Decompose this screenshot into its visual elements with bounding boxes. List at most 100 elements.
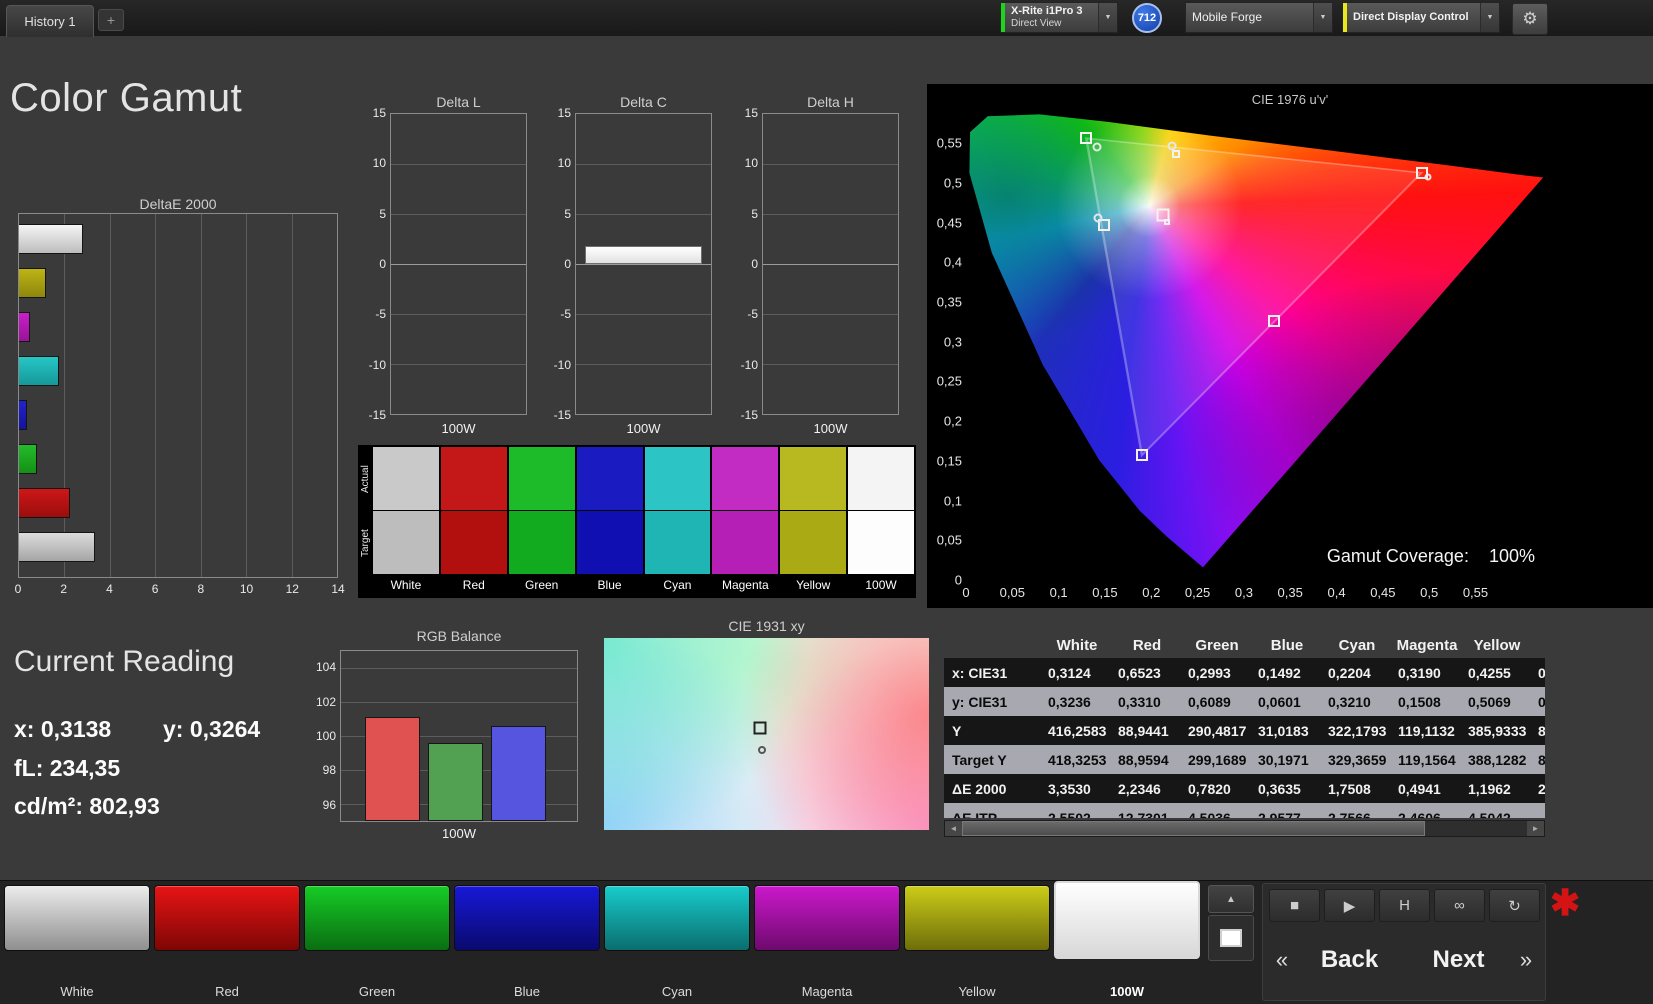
gridline [763, 314, 898, 315]
patch-button-red[interactable]: Red [154, 881, 300, 1004]
back-button[interactable]: Back [1295, 946, 1404, 974]
axis-tick-label: 8 [198, 582, 205, 596]
table-scrollbar[interactable]: ◄ ► [944, 820, 1545, 837]
swatch-target [577, 511, 643, 574]
axis-tick-label: 0,55 [929, 136, 962, 151]
patch-button-blue[interactable]: Blue [454, 881, 600, 1004]
deltae-bar-cyan [19, 356, 59, 386]
rgb-bar-green [428, 743, 483, 821]
table-cell: 0,4255 [1462, 658, 1532, 687]
nav-row: « Back Next » [1269, 926, 1539, 994]
gridline [763, 264, 898, 265]
axis-tick-label: -15 [364, 408, 386, 422]
gamut-coverage: Gamut Coverage: 100% [1327, 546, 1535, 567]
stop-button[interactable]: ■ [1269, 889, 1320, 922]
axis-tick-label: 0,5 [1420, 585, 1438, 600]
loop-button[interactable]: ∞ [1434, 889, 1485, 922]
axis-tick-label: 0,05 [1000, 585, 1025, 600]
axis-tick-label: -10 [549, 358, 571, 372]
gridline [201, 214, 202, 577]
patch-button-green[interactable]: Green [304, 881, 450, 1004]
axis-tick-label: 4 [106, 582, 113, 596]
refresh-button[interactable]: ↻ [1489, 889, 1540, 922]
delta-l-title: Delta L [390, 94, 527, 110]
refresh-icon: ↻ [1508, 897, 1521, 915]
stop-icon: ■ [1290, 897, 1299, 914]
gridline [576, 264, 711, 265]
pattern-window-button[interactable] [1208, 915, 1254, 961]
delta-h-xlabel: 100W [762, 421, 899, 436]
pattern-up-button[interactable]: ▲ [1208, 885, 1254, 913]
delta_l-chart: Delta L 151050-5-10-15 100W [364, 94, 529, 442]
scroll-right-button[interactable]: ► [1527, 821, 1544, 836]
patch-label: Yellow [904, 984, 1050, 999]
axis-tick-label: 0,3 [929, 334, 962, 349]
gridline [763, 214, 898, 215]
axis-tick-label: 0 [929, 573, 962, 588]
table-cell: 0,2204 [1322, 658, 1392, 687]
swatch-strip: Actual Target WhiteRedGreenBlueCyanMagen… [358, 445, 916, 598]
axis-tick-label: 0,25 [1185, 585, 1210, 600]
table-cell: 0 [1532, 687, 1545, 716]
meter-dropdown[interactable]: X-Rite i1Pro 3 Direct View ▼ [1000, 2, 1118, 33]
table-cell: 0,0601 [1252, 687, 1322, 716]
pattern-icon: H [1399, 897, 1410, 914]
axis-tick-label: -5 [364, 307, 386, 321]
gridline [341, 668, 577, 669]
swatch-actual [848, 447, 914, 510]
next-chevron-button[interactable]: » [1513, 947, 1539, 973]
top-bar: History 1 + X-Rite i1Pro 3 Direct View ▼… [0, 0, 1653, 36]
axis-tick-label: 0,05 [929, 533, 962, 548]
scroll-thumb[interactable] [962, 821, 1425, 836]
gridline [155, 214, 156, 577]
axis-tick-label: 0,45 [929, 215, 962, 230]
axis-tick-label: 0 [736, 257, 758, 271]
chevron-down-icon: ▼ [1480, 3, 1499, 32]
axis-tick-label: 14 [331, 582, 344, 596]
axis-tick-label: 10 [736, 156, 758, 170]
table-cell: 0,3310 [1112, 687, 1182, 716]
chevron-down-icon: ▼ [1313, 3, 1332, 32]
deltae-bar-magenta [19, 312, 30, 342]
marker-white-target [754, 722, 767, 735]
swatch-column-cyan: Cyan [645, 447, 711, 598]
display-control-dropdown[interactable]: Direct Display Control ▼ [1342, 2, 1500, 33]
pattern-button[interactable]: H [1379, 889, 1430, 922]
axis-tick-label: 10 [549, 156, 571, 170]
next-button[interactable]: Next [1404, 946, 1513, 974]
scroll-track[interactable] [962, 821, 1527, 836]
patch-button-white[interactable]: White [4, 881, 150, 1004]
axis-tick-label: -15 [736, 408, 758, 422]
loop-icon: ∞ [1454, 897, 1465, 914]
axis-tick-label: 0,3 [1235, 585, 1253, 600]
app-window: History 1 + X-Rite i1Pro 3 Direct View ▼… [0, 0, 1653, 1004]
patch-button-yellow[interactable]: Yellow [904, 881, 1050, 1004]
delta_c-chart: Delta C 151050-5-10-15 100W [549, 94, 714, 442]
gear-icon: ⚙ [1522, 9, 1537, 29]
cie1976-xticks: 00,050,10,150,20,250,30,350,40,450,50,55 [966, 585, 1645, 601]
patch-button-100w[interactable]: 100W [1054, 881, 1200, 1004]
patch-button-magenta[interactable]: Magenta [754, 881, 900, 1004]
alert-asterisk-icon[interactable]: ✱ [1550, 881, 1580, 925]
settings-button[interactable]: ⚙ [1512, 3, 1548, 35]
axis-tick-label: -5 [736, 307, 758, 321]
patch-button-cyan[interactable]: Cyan [604, 881, 750, 1004]
scroll-left-button[interactable]: ◄ [945, 821, 962, 836]
marker-white-measure [758, 746, 766, 754]
add-tab-button[interactable]: + [98, 9, 124, 31]
gridline [391, 314, 526, 315]
transport-icons: ■ ▶ H ∞ ↻ [1269, 889, 1540, 922]
pattern-source-dropdown[interactable]: Mobile Forge ▼ [1185, 2, 1333, 33]
reading-cd-value: cd/m²: 802,93 [14, 793, 160, 820]
delta-l-xlabel: 100W [390, 421, 527, 436]
play-button[interactable]: ▶ [1324, 889, 1375, 922]
axis-tick-label: 0 [364, 257, 386, 271]
gridline [391, 164, 526, 165]
axis-tick-label: 0 [962, 585, 969, 600]
tab-history[interactable]: History 1 [6, 5, 94, 37]
axis-tick-label: 6 [152, 582, 159, 596]
table-cell: 299,1689 [1182, 745, 1252, 774]
cie1976-plot [966, 113, 1645, 580]
table-cell: 119,1564 [1392, 745, 1462, 774]
back-chevron-button[interactable]: « [1269, 947, 1295, 973]
